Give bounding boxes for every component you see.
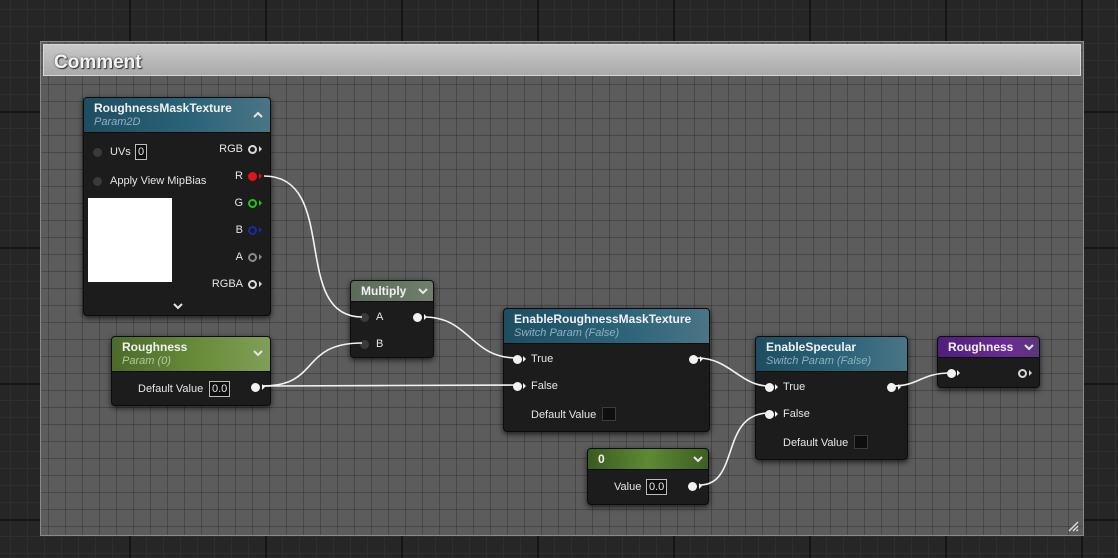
switch-mask-false-pin[interactable] bbox=[513, 382, 522, 391]
comment-title[interactable]: Comment bbox=[54, 52, 142, 74]
reroute-title: Roughness bbox=[948, 340, 1014, 354]
roughness-param-node[interactable]: Roughness Param (0) Default Value 0.0 bbox=[111, 336, 271, 406]
constant-output-arrow-icon bbox=[699, 483, 702, 489]
mipbias-input-pin[interactable] bbox=[93, 177, 102, 186]
a-output-pin[interactable] bbox=[248, 253, 257, 262]
texture-node-title: RoughnessMaskTexture bbox=[94, 101, 232, 115]
texture-node-header[interactable]: RoughnessMaskTexture Param2D bbox=[84, 98, 270, 133]
uvs-value-field[interactable]: 0 bbox=[135, 144, 148, 160]
roughness-param-header[interactable]: Roughness Param (0) bbox=[112, 337, 270, 372]
roughness-output-pin[interactable] bbox=[251, 383, 260, 392]
switch-mask-output-arrow-icon bbox=[700, 356, 703, 362]
switch-specular-subtitle: Switch Param (False) bbox=[766, 355, 872, 367]
reroute-output-pin[interactable] bbox=[1018, 369, 1027, 378]
a-output-label: A bbox=[235, 251, 243, 263]
switch-mask-true-label: True bbox=[531, 353, 554, 365]
roughness-output-arrow-icon bbox=[262, 384, 265, 390]
b-output-pin[interactable] bbox=[248, 226, 257, 235]
constant-header[interactable]: 0 bbox=[588, 449, 708, 470]
texture-param-node[interactable]: RoughnessMaskTexture Param2D UVs 0 Apply… bbox=[83, 97, 271, 316]
reroute-roughness-node[interactable]: Roughness bbox=[937, 336, 1040, 388]
reroute-output-arrow-icon bbox=[1029, 370, 1032, 376]
rgb-output-label: RGB bbox=[219, 143, 243, 155]
switch-mask-title: EnableRoughnessMaskTexture bbox=[514, 312, 692, 326]
texture-node-subtitle: Param2D bbox=[94, 116, 141, 128]
default-value-label: Default Value bbox=[138, 383, 204, 395]
multiply-title: Multiply bbox=[361, 284, 407, 298]
multiply-node[interactable]: Multiply A B bbox=[350, 280, 434, 358]
b-output-label: B bbox=[235, 224, 243, 236]
switch-specular-false-pin[interactable] bbox=[765, 410, 774, 419]
switch-specular-output-arrow-icon bbox=[898, 384, 901, 390]
switch-specular-true-arrow-icon bbox=[775, 384, 778, 390]
switch-specular-title: EnableSpecular bbox=[766, 340, 857, 354]
multiply-a-input-pin[interactable] bbox=[360, 313, 369, 322]
switch-specular-node[interactable]: EnableSpecular Switch Param (False) True… bbox=[755, 336, 908, 460]
switch-specular-true-label: True bbox=[783, 381, 806, 393]
r-arrow-icon bbox=[259, 173, 262, 179]
multiply-output-arrow-icon bbox=[424, 314, 427, 320]
collapse-up-icon[interactable] bbox=[253, 110, 263, 121]
switch-mask-header[interactable]: EnableRoughnessMaskTexture Switch Param … bbox=[504, 309, 709, 344]
resize-grip-icon[interactable] bbox=[1067, 520, 1079, 532]
multiply-a-label: A bbox=[376, 311, 384, 323]
texture-preview bbox=[88, 198, 172, 282]
roughness-param-subtitle: Param (0) bbox=[122, 355, 171, 367]
chevron-down-icon[interactable] bbox=[1024, 343, 1034, 354]
constant-node[interactable]: 0 Value 0.0 bbox=[587, 448, 709, 505]
switch-specular-output-pin[interactable] bbox=[887, 383, 896, 392]
multiply-b-input-pin[interactable] bbox=[360, 340, 369, 349]
expand-down-icon[interactable] bbox=[173, 302, 183, 313]
rgb-arrow-icon bbox=[259, 146, 262, 152]
switch-mask-subtitle: Switch Param (False) bbox=[514, 327, 620, 339]
reroute-input-arrow-icon bbox=[957, 370, 960, 376]
roughness-param-title: Roughness bbox=[122, 340, 188, 354]
reroute-header[interactable]: Roughness bbox=[938, 337, 1039, 358]
constant-value-label: Value bbox=[614, 481, 642, 493]
multiply-b-label: B bbox=[376, 338, 384, 350]
chevron-down-icon[interactable] bbox=[693, 455, 703, 466]
switch-specular-default-label: Default Value bbox=[783, 437, 849, 449]
switch-mask-default-checkbox[interactable] bbox=[602, 407, 616, 421]
rgba-output-pin[interactable] bbox=[248, 280, 257, 289]
r-output-pin[interactable] bbox=[248, 172, 257, 181]
constant-title: 0 bbox=[598, 452, 605, 466]
rgba-arrow-icon bbox=[259, 281, 262, 287]
switch-mask-output-pin[interactable] bbox=[689, 355, 698, 364]
switch-mask-true-pin[interactable] bbox=[513, 355, 522, 364]
g-arrow-icon bbox=[259, 200, 262, 206]
chevron-down-icon[interactable] bbox=[253, 349, 263, 360]
switch-mask-true-arrow-icon bbox=[523, 356, 526, 362]
constant-value-field[interactable]: 0.0 bbox=[646, 479, 668, 495]
switch-specular-false-arrow-icon bbox=[775, 411, 778, 417]
switch-mask-node[interactable]: EnableRoughnessMaskTexture Switch Param … bbox=[503, 308, 710, 432]
a-arrow-icon bbox=[259, 254, 262, 260]
comment-header[interactable]: Comment bbox=[43, 44, 1081, 76]
default-value-field[interactable]: 0.0 bbox=[209, 381, 231, 397]
switch-specular-false-label: False bbox=[783, 408, 810, 420]
rgb-output-pin[interactable] bbox=[248, 145, 257, 154]
switch-specular-header[interactable]: EnableSpecular Switch Param (False) bbox=[756, 337, 907, 372]
g-output-pin[interactable] bbox=[248, 199, 257, 208]
b-arrow-icon bbox=[259, 227, 262, 233]
switch-specular-true-pin[interactable] bbox=[765, 383, 774, 392]
uvs-label: UVs bbox=[110, 146, 131, 158]
multiply-header[interactable]: Multiply bbox=[351, 281, 433, 302]
reroute-input-pin[interactable] bbox=[947, 369, 956, 378]
r-output-label: R bbox=[235, 170, 243, 182]
multiply-output-pin[interactable] bbox=[413, 313, 422, 322]
switch-mask-default-label: Default Value bbox=[531, 409, 597, 421]
constant-output-pin[interactable] bbox=[688, 482, 697, 491]
uvs-input-pin[interactable] bbox=[93, 148, 102, 157]
switch-mask-false-label: False bbox=[531, 380, 558, 392]
rgba-output-label: RGBA bbox=[211, 278, 243, 290]
switch-mask-false-arrow-icon bbox=[523, 383, 526, 389]
switch-specular-default-checkbox[interactable] bbox=[854, 435, 868, 449]
mipbias-label: Apply View MipBias bbox=[110, 175, 207, 187]
g-output-label: G bbox=[234, 197, 243, 209]
chevron-down-icon[interactable] bbox=[418, 287, 428, 298]
